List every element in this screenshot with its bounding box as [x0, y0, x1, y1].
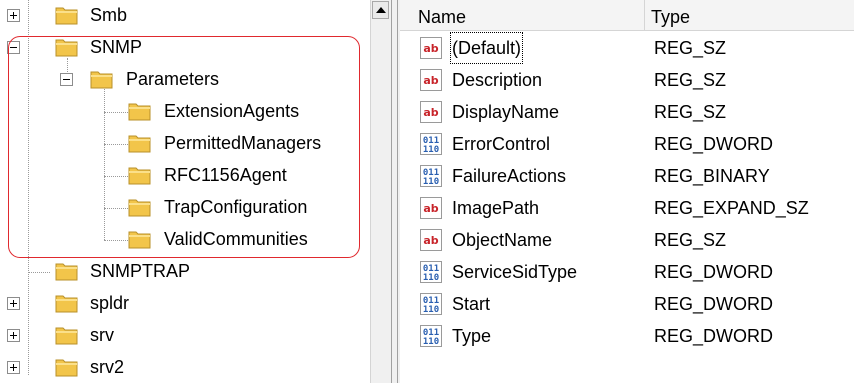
- tree-item-label: srv: [90, 325, 114, 345]
- expand-plus-icon[interactable]: [7, 297, 20, 310]
- value-name: ObjectName: [452, 230, 553, 250]
- column-header: Name Type: [400, 0, 854, 31]
- string-value-icon: ab: [420, 69, 442, 91]
- tree-item-srv[interactable]: srv: [0, 322, 370, 352]
- svg-text:110: 110: [423, 177, 439, 187]
- value-name: Start: [452, 294, 491, 314]
- value-type: REG_DWORD: [654, 294, 774, 314]
- expand-plus-icon[interactable]: [7, 9, 20, 22]
- binary-value-icon: 011 110: [420, 293, 442, 315]
- binary-value-icon: 011 110: [420, 261, 442, 283]
- value-name: FailureActions: [452, 166, 567, 186]
- pane-splitter[interactable]: [389, 0, 400, 383]
- tree-item-spldr[interactable]: spldr: [0, 290, 370, 320]
- svg-text:ab: ab: [423, 74, 438, 87]
- string-value-icon: ab: [420, 229, 442, 251]
- registry-values-pane[interactable]: Name Type ab (Default) REG_SZ ab Description…: [400, 0, 854, 383]
- column-header-name[interactable]: Name: [400, 0, 645, 30]
- value-name: DisplayName: [452, 102, 560, 122]
- value-row-servicesidtype[interactable]: 011 110 ServiceSidType REG_DWORD: [400, 256, 854, 288]
- value-type: REG_SZ: [654, 102, 727, 122]
- expand-plus-icon[interactable]: [7, 329, 20, 342]
- tree-item-smb[interactable]: Smb: [0, 2, 370, 32]
- svg-text:ab: ab: [423, 106, 438, 119]
- tree-scrollbar[interactable]: [370, 0, 390, 383]
- string-value-icon: ab: [420, 197, 442, 219]
- folder-icon: [55, 292, 79, 314]
- tree-item-srv2[interactable]: srv2: [0, 354, 370, 383]
- folder-icon: [55, 260, 79, 282]
- value-row-failureactions[interactable]: 011 110 FailureActions REG_BINARY: [400, 160, 854, 192]
- value-type: REG_SZ: [654, 230, 727, 250]
- value-row-errorcontrol[interactable]: 011 110 ErrorControl REG_DWORD: [400, 128, 854, 160]
- folder-icon: [55, 356, 79, 378]
- value-row-displayname[interactable]: ab DisplayName REG_SZ: [400, 96, 854, 128]
- column-header-type[interactable]: Type: [645, 0, 854, 30]
- value-row-imagepath[interactable]: ab ImagePath REG_EXPAND_SZ: [400, 192, 854, 224]
- value-row-default[interactable]: ab (Default) REG_SZ: [400, 32, 854, 64]
- binary-value-icon: 011 110: [420, 165, 442, 187]
- value-name: ErrorControl: [452, 134, 551, 154]
- svg-text:ab: ab: [423, 42, 438, 55]
- tree-item-snmptrap[interactable]: SNMPTRAP: [0, 258, 370, 288]
- value-type: REG_BINARY: [654, 166, 770, 186]
- svg-text:110: 110: [423, 337, 439, 347]
- value-type: REG_SZ: [654, 70, 727, 90]
- expand-plus-icon[interactable]: [7, 361, 20, 374]
- tree-item-label: Smb: [90, 5, 128, 25]
- binary-value-icon: 011 110: [420, 325, 442, 347]
- string-value-icon: ab: [420, 101, 442, 123]
- value-name: Description: [452, 70, 543, 90]
- folder-icon: [55, 4, 79, 26]
- value-type: REG_EXPAND_SZ: [654, 198, 809, 218]
- value-type: REG_DWORD: [654, 262, 774, 282]
- string-value-icon: ab: [420, 37, 442, 59]
- value-row-start[interactable]: 011 110 Start REG_DWORD: [400, 288, 854, 320]
- value-type: REG_DWORD: [654, 326, 774, 346]
- svg-text:ab: ab: [423, 234, 438, 247]
- scroll-up-arrow-icon[interactable]: [372, 1, 389, 19]
- svg-text:110: 110: [423, 305, 439, 315]
- value-row-description[interactable]: ab Description REG_SZ: [400, 64, 854, 96]
- value-name: ImagePath: [452, 198, 540, 218]
- tree-item-label: srv2: [90, 357, 125, 377]
- svg-text:110: 110: [423, 273, 439, 283]
- value-name: Type: [452, 326, 492, 346]
- value-row-objectname[interactable]: ab ObjectName REG_SZ: [400, 224, 854, 256]
- folder-icon: [55, 324, 79, 346]
- value-type: REG_DWORD: [654, 134, 774, 154]
- value-row-type[interactable]: 011 110 Type REG_DWORD: [400, 320, 854, 352]
- tree-item-label: SNMPTRAP: [90, 261, 191, 281]
- value-name: ServiceSidType: [452, 262, 578, 282]
- snmp-highlight-box: [8, 36, 360, 258]
- binary-value-icon: 011 110: [420, 133, 442, 155]
- svg-text:110: 110: [423, 145, 439, 155]
- tree-item-label: spldr: [90, 293, 130, 313]
- value-type: REG_SZ: [654, 38, 727, 58]
- svg-text:ab: ab: [423, 202, 438, 215]
- value-name: (Default): [450, 32, 524, 64]
- registry-tree-pane[interactable]: Smb SNMP Parameters ExtensionAgents Permitte…: [0, 0, 370, 383]
